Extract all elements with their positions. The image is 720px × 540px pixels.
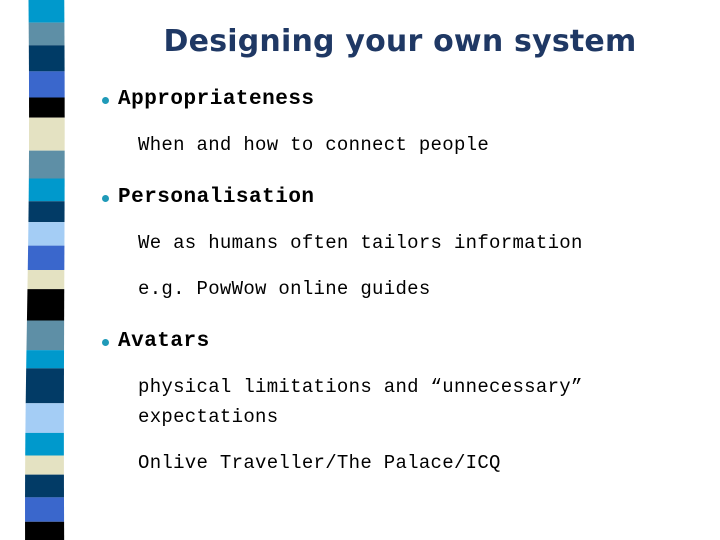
stripe-band [28,0,65,23]
bullet-label: Personalisation [118,186,315,209]
stripe-band [28,222,65,246]
stripe-band [25,521,65,540]
sub-line: e.g. PowWow online guides [138,278,431,300]
stripe-band [29,117,65,151]
bullet-label: Appropriateness [118,88,315,111]
bullet-item-appropriateness[interactable]: Appropriateness [96,84,710,116]
striped-bar-graphic [25,0,65,540]
stripe-band [27,245,65,270]
bullet-dot-icon [102,97,109,104]
sub-line: Onlive Traveller/The Palace/ICQ [138,452,501,474]
slide-body: Appropriateness When and how to connect … [96,84,710,524]
stripe-band [25,368,64,404]
bullet-label: Avatars [118,330,210,353]
bullet-item-personalisation[interactable]: Personalisation [96,182,710,214]
stripe-band [25,432,64,456]
content-section: Avatars physical limitations and “unnece… [96,326,710,478]
stripe-band [27,270,65,290]
stripe-band [26,289,65,321]
content-section: Appropriateness When and how to connect … [96,84,710,160]
stripe-band [28,178,65,202]
stripe-band [28,150,65,179]
sub-line: When and how to connect people [138,134,490,156]
stripe-band [28,201,65,223]
stripe-band [25,497,65,522]
bullet-dot-icon [102,195,109,202]
stripe-band [26,350,65,369]
bullet-item-avatars[interactable]: Avatars [96,326,710,358]
stripe-band [28,22,65,46]
page-title: Designing your own system [163,24,637,59]
stripe-band [25,474,64,498]
stripe-band [25,455,64,475]
stripe-band [25,403,64,433]
sub-line: physical limitations and “unnecessary” e… [138,376,583,428]
content-section: Personalisation We as humans often tailo… [96,182,710,304]
left-striped-bar [0,0,90,540]
sub-line: We as humans often tailors information [138,232,583,254]
slide-canvas: Designing your own system Appropriatenes… [0,0,720,540]
stripe-band [29,97,65,118]
stripe-band [28,45,65,72]
bullet-dot-icon [102,339,109,346]
stripe-band [28,71,65,98]
stripe-band [26,320,65,351]
